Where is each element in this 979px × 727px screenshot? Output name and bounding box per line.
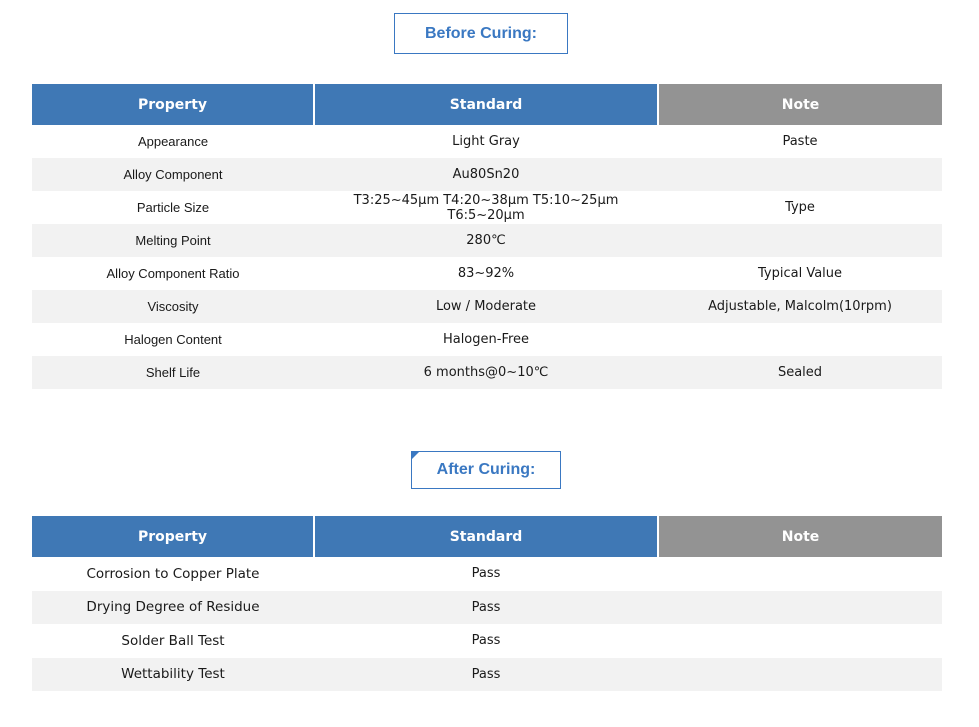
note-cell: Paste	[782, 134, 818, 149]
table-row: Viscosity Low / Moderate Adjustable, Mal…	[32, 290, 942, 323]
standard-cell: Pass	[471, 633, 501, 649]
after-curing-table: Property Standard Note Corrosion to Copp…	[32, 516, 942, 691]
property-cell: Alloy Component	[32, 158, 314, 191]
property-cell: Alloy Component Ratio	[106, 266, 240, 281]
header-property: Property	[32, 516, 315, 557]
before-curing-title-text: Before Curing:	[425, 24, 537, 42]
table-row: Halogen Content Halogen-Free	[32, 323, 942, 356]
standard-cell: Halogen-Free	[442, 332, 530, 347]
after-curing-title-text: After Curing:	[436, 461, 536, 478]
property-cell: Viscosity	[32, 290, 314, 323]
standard-cell: 83~92%	[457, 266, 515, 281]
table-header-row: Property Standard Note	[32, 516, 942, 557]
header-standard: Standard	[314, 516, 659, 557]
table-header-row: Property Standard Note	[32, 84, 942, 125]
property-cell: Shelf Life	[32, 356, 314, 389]
table-row: Shelf Life 6 months@0~10℃ Sealed	[32, 356, 942, 389]
standard-cell: 280℃	[314, 224, 658, 257]
property-cell: Wettability Test	[32, 657, 314, 691]
property-cell: Particle Size	[136, 200, 210, 215]
note-cell	[658, 224, 942, 257]
standard-cell: Low / Moderate	[314, 290, 658, 323]
note-cell	[658, 590, 942, 624]
standard-cell: Pass	[471, 566, 501, 582]
table-row: Solder Ball Test Pass	[32, 624, 942, 658]
note-cell	[658, 624, 942, 658]
before-curing-title: Before Curing:	[394, 13, 568, 54]
standard-cell: Pass	[314, 590, 658, 624]
table-row: Melting Point 280℃	[32, 224, 942, 257]
property-cell: Melting Point	[32, 224, 314, 257]
table-row: Drying Degree of Residue Pass	[32, 590, 942, 624]
after-curing-title: After Curing:	[411, 451, 561, 489]
property-cell: Halogen Content	[124, 332, 222, 347]
before-curing-table: Property Standard Note Appearance Light …	[32, 84, 942, 389]
header-note: Note	[658, 84, 942, 125]
table-row: Alloy Component Ratio 83~92% Typical Val…	[32, 257, 942, 290]
table-row: Particle Size T3:25~45μm T4:20~38μm T5:1…	[32, 191, 942, 224]
note-cell: Typical Value	[757, 266, 843, 281]
header-note: Note	[658, 516, 942, 557]
note-cell: Type	[785, 200, 815, 215]
table-row: Wettability Test Pass	[32, 657, 942, 691]
note-cell	[658, 657, 942, 691]
note-cell	[658, 323, 942, 356]
header-standard: Standard	[314, 84, 659, 125]
property-cell: Appearance	[137, 134, 209, 149]
property-cell: Drying Degree of Residue	[32, 590, 314, 624]
note-cell	[658, 158, 942, 191]
table-row: Corrosion to Copper Plate Pass	[32, 557, 942, 591]
standard-cell: Pass	[314, 657, 658, 691]
standard-cell: Au80Sn20	[314, 158, 658, 191]
note-cell: Sealed	[658, 356, 942, 389]
corner-tab-icon	[411, 451, 420, 460]
property-cell: Corrosion to Copper Plate	[86, 565, 260, 582]
table-row: Appearance Light Gray Paste	[32, 125, 942, 158]
standard-cell: T3:25~45μm T4:20~38μm T5:10~25μm T6:5~20…	[353, 192, 619, 223]
standard-cell: Light Gray	[452, 134, 520, 149]
property-cell: Solder Ball Test	[121, 632, 225, 649]
table-row: Alloy Component Au80Sn20	[32, 158, 942, 191]
standard-cell: 6 months@0~10℃	[314, 356, 658, 389]
header-property: Property	[32, 84, 315, 125]
note-cell	[658, 557, 942, 591]
note-cell: Adjustable, Malcolm(10rpm)	[658, 290, 942, 323]
